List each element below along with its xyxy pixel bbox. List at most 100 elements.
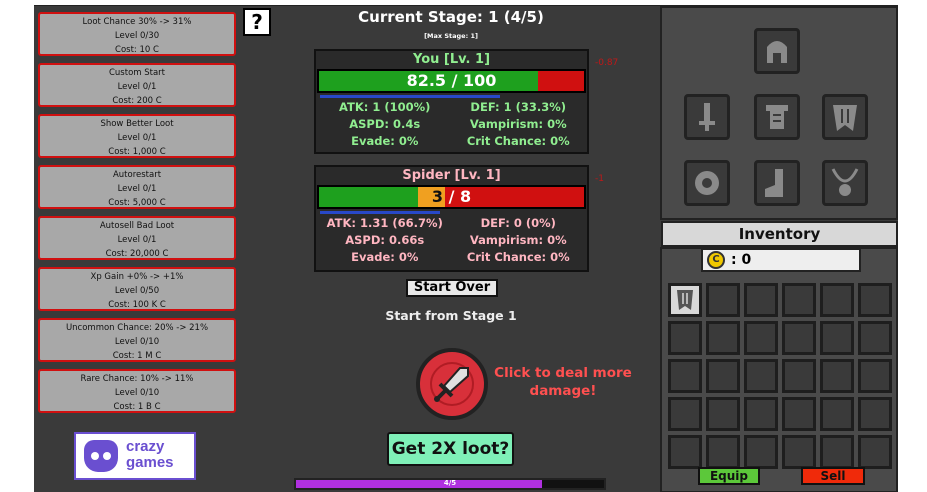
inventory-slot[interactable] (820, 435, 854, 469)
enemy-vampirism: Vampirism: 0% (469, 233, 567, 247)
inventory-slot[interactable] (820, 283, 854, 317)
equip-button[interactable]: Equip (698, 467, 760, 485)
logo-text-line2: games (126, 454, 174, 471)
upgrade-name: Autorestart (112, 170, 162, 180)
upgrade-level: Level 0/50 (114, 286, 160, 296)
inventory-slot[interactable] (744, 321, 778, 355)
inventory-slot[interactable] (782, 359, 816, 393)
enemy-atk: ATK: 1.31 (66.7%) (326, 216, 443, 230)
upgrade-card[interactable]: Rare Chance: 10% -> 11% Level 0/10 Cost: 1… (38, 369, 236, 413)
upgrade-cost: Cost: 100 K C (108, 300, 166, 310)
inventory-slot[interactable] (782, 321, 816, 355)
boots-slot[interactable] (754, 160, 800, 206)
upgrade-level: Level 0/10 (114, 388, 160, 398)
upgrade-level: Level 0/1 (117, 235, 157, 245)
upgrade-card[interactable]: Xp Gain +0% -> +1% Level 0/50 Cost: 100 K … (38, 267, 236, 311)
amulet-slot[interactable] (822, 160, 868, 206)
inventory-slot[interactable] (820, 397, 854, 431)
inventory-slot[interactable] (858, 397, 892, 431)
upgrade-card[interactable]: Loot Chance 30% -> 31% Level 0/30 Cost: 10… (38, 12, 236, 56)
ring-icon (695, 171, 719, 195)
upgrade-card[interactable]: Show Better Loot Level 0/1 Cost: 1,000 C (38, 114, 236, 158)
stage-progress-text: 4/5 (443, 479, 457, 487)
sell-button[interactable]: Sell (801, 467, 865, 485)
inventory-slot[interactable] (706, 321, 740, 355)
inventory-slot[interactable] (744, 359, 778, 393)
upgrade-cost: Cost: 20,000 C (105, 249, 169, 259)
stage-title: Current Stage: 1 (4/5) (358, 8, 544, 26)
upgrade-name: Uncommon Chance: 20% -> 21% (65, 323, 209, 333)
help-button[interactable]: ? (243, 8, 271, 36)
armor-slot[interactable] (754, 94, 800, 140)
boots-icon (765, 169, 783, 197)
player-crit: Crit Chance: 0% (466, 134, 570, 148)
enemy-card: Spider [Lv. 1] 3 / 8 ATK: 1.31 (66.7%) D… (314, 165, 589, 272)
upgrade-level: Level 0/1 (117, 184, 157, 194)
inventory-slot[interactable] (744, 283, 778, 317)
upgrade-name: Autosell Bad Loot (99, 221, 175, 231)
start-over-button[interactable]: Start Over (406, 279, 498, 297)
helmet-slot[interactable] (754, 28, 800, 74)
inventory-slot[interactable] (668, 359, 702, 393)
coin-icon: C (707, 251, 725, 269)
inventory-slot[interactable] (858, 435, 892, 469)
weapon-icon (699, 103, 715, 131)
cape-slot[interactable] (822, 94, 868, 140)
get-2x-loot-button[interactable]: Get 2X loot? (387, 432, 514, 466)
upgrade-card[interactable]: Uncommon Chance: 20% -> 21% Level 0/10 Cos… (38, 318, 236, 362)
inventory-slot[interactable] (706, 397, 740, 431)
cape-icon (833, 105, 857, 131)
inventory-slot[interactable] (668, 397, 702, 431)
max-stage-label: [Max Stage: 1] (424, 32, 478, 40)
inventory-slot[interactable] (706, 283, 740, 317)
inventory-slot[interactable] (782, 397, 816, 431)
upgrade-cost: Cost: 1,000 C (108, 147, 166, 157)
upgrade-level: Level 0/30 (114, 31, 160, 41)
upgrade-cost: Cost: 10 C (115, 45, 159, 55)
player-hp-text: 82.5 / 100 (406, 71, 497, 90)
upgrade-level: Level 0/10 (114, 337, 160, 347)
inventory-slot[interactable] (668, 283, 702, 317)
inventory-slot[interactable] (782, 283, 816, 317)
inventory-slot[interactable] (858, 283, 892, 317)
weapon-slot[interactable] (684, 94, 730, 140)
enemy-evade: Evade: 0% (351, 250, 419, 264)
enemy-name: Spider [Lv. 1] (402, 168, 501, 183)
inventory-slot[interactable] (858, 359, 892, 393)
player-def: DEF: 1 (33.3%) (470, 100, 567, 114)
inventory-slot[interactable] (858, 321, 892, 355)
player-aspd: ASPD: 0.4s (349, 117, 421, 131)
crazygames-logo[interactable]: crazy games (74, 432, 196, 480)
inventory-slot[interactable] (668, 435, 702, 469)
player-vampirism: Vampirism: 0% (469, 117, 567, 131)
upgrade-cost: Cost: 5,000 C (108, 198, 166, 208)
upgrade-level: Level 0/1 (117, 133, 157, 143)
inventory-slot[interactable] (820, 321, 854, 355)
cape-item-icon (677, 290, 693, 310)
start-from-label: Start from Stage 1 (385, 308, 517, 323)
inventory-title: Inventory (661, 221, 898, 247)
upgrade-card[interactable]: Autosell Bad Loot Level 0/1 Cost: 20,000 C (38, 216, 236, 260)
inventory-slot[interactable] (706, 359, 740, 393)
upgrade-card[interactable]: Autorestart Level 0/1 Cost: 5,000 C (38, 165, 236, 209)
game-area: Loot Chance 30% -> 31% Level 0/30 Cost: 10… (34, 5, 898, 492)
attack-button[interactable] (416, 348, 488, 420)
inventory-slot[interactable] (668, 321, 702, 355)
inventory-panel (660, 247, 898, 492)
inventory-slot[interactable] (744, 435, 778, 469)
inventory-slot[interactable] (744, 397, 778, 431)
upgrade-level: Level 0/1 (117, 82, 157, 92)
inventory-slot[interactable] (782, 435, 816, 469)
upgrade-name: Loot Chance 30% -> 31% (82, 17, 192, 27)
inventory-slot[interactable] (706, 435, 740, 469)
enemy-def: DEF: 0 (0%) (480, 216, 556, 230)
enemy-aspd: ASPD: 0.66s (345, 233, 425, 247)
sword-icon (434, 367, 469, 402)
inventory-slot[interactable] (820, 359, 854, 393)
upgrade-card[interactable]: Custom Start Level 0/1 Cost: 200 C (38, 63, 236, 107)
ring-slot[interactable] (684, 160, 730, 206)
amulet-icon (831, 168, 859, 196)
upgrade-cost: Cost: 200 C (112, 96, 162, 106)
upgrade-cost: Cost: 1 M C (112, 351, 162, 361)
upgrade-name: Show Better Loot (100, 119, 174, 129)
